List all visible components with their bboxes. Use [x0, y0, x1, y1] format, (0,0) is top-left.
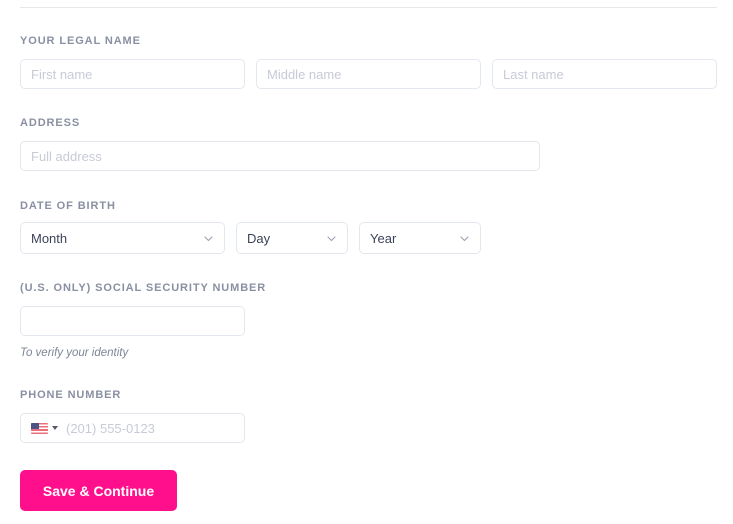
save-and-continue-button[interactable]: Save & Continue: [20, 470, 177, 511]
ssn-input[interactable]: [20, 306, 245, 336]
ssn-label: (U.S. ONLY) SOCIAL SECURITY NUMBER: [20, 282, 267, 294]
legal-name-label: YOUR LEGAL NAME: [20, 35, 141, 47]
registration-form-page: YOUR LEGAL NAME ADDRESS DATE OF BIRTH Mo…: [0, 0, 733, 524]
full-address-input[interactable]: [20, 141, 540, 171]
phone-number-label: PHONE NUMBER: [20, 389, 122, 401]
dob-month-value: Month: [31, 230, 68, 246]
dob-year-select[interactable]: Year: [359, 222, 481, 254]
ssn-helper-text: To verify your identity: [20, 347, 129, 359]
middle-name-input[interactable]: [256, 59, 481, 89]
first-name-input[interactable]: [20, 59, 245, 89]
date-of-birth-label: DATE OF BIRTH: [20, 200, 116, 212]
chevron-down-icon: [326, 233, 337, 244]
dob-month-select[interactable]: Month: [20, 222, 225, 254]
country-selector[interactable]: [31, 422, 58, 434]
caret-down-icon: [52, 426, 58, 430]
phone-number-input[interactable]: [66, 420, 242, 436]
phone-number-field[interactable]: [20, 413, 245, 443]
address-label: ADDRESS: [20, 117, 81, 129]
chevron-down-icon: [203, 233, 214, 244]
section-divider: [20, 7, 717, 8]
last-name-input[interactable]: [492, 59, 717, 89]
us-flag-icon: [31, 422, 48, 434]
dob-day-value: Day: [247, 230, 271, 246]
dob-day-select[interactable]: Day: [236, 222, 348, 254]
dob-year-value: Year: [370, 230, 397, 246]
chevron-down-icon: [459, 233, 470, 244]
